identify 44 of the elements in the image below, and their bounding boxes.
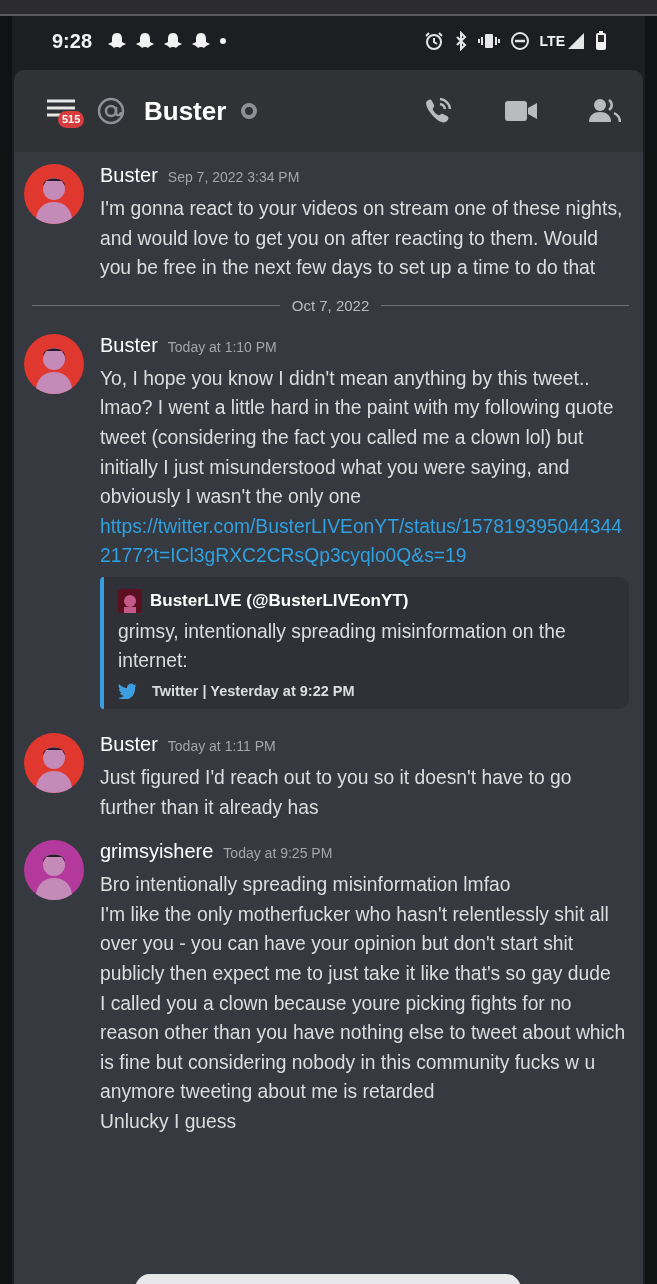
do-not-disturb-icon [509, 31, 530, 51]
signal-icon [567, 32, 585, 50]
message-timestamp: Sep 7, 2022 3:34 PM [167, 169, 300, 185]
ghost-icon [192, 32, 211, 50]
author-name[interactable]: Buster [100, 333, 158, 357]
author-avatar [118, 588, 142, 613]
members-icon [589, 98, 621, 124]
message-text: I'm gonna react to your videos on stream one of these nights, and would love to get you on after reacting to them. Would you be free in the next few days to set up a time to do that [100, 197, 624, 281]
vibrate-icon [477, 31, 500, 51]
unread-count: 515 [58, 111, 85, 128]
network-type: LTE [539, 33, 565, 49]
message-text: I'm like the only motherfucker who hasn't relentlessly shit all over you - you can have your opinion but don't start shit publicly then expect me to just take it like that's so gay dude [100, 902, 612, 986]
ghost-icon [108, 32, 127, 50]
channel-title: Buster [144, 95, 227, 127]
message-text: Yo, I hope you know I didn't mean anything by this tweet.. lmao? I went a little hard in the paint with my following quote tweet (considering the fact you called me a clown lol) but initially I just misunderstood what you were saying, and obviously I wasn't the only one [100, 366, 615, 510]
message-timestamp: Today at 9:25 PM [223, 845, 333, 862]
clock-time: 9:28 [52, 29, 93, 53]
author-name[interactable]: grimsyishere [100, 840, 214, 864]
battery-icon [595, 31, 607, 51]
author-name[interactable]: Buster [100, 164, 158, 187]
embed-description: grimsy, intentionally spreading misinformation on the internet: [118, 619, 567, 673]
message-timestamp: Today at 1:11 PM [167, 737, 276, 754]
dot-icon [220, 38, 227, 44]
message-text: I called you a clown because youre picking fights for no reason other than you have nothing else to tweet about which is fine but considering nobody in this community fucks w u anymore tweeting about me is retarded [100, 991, 627, 1105]
message-text: Unlucky I guess [100, 1109, 238, 1134]
message-text: Bro intentionally spreading misinformation lmfao [100, 873, 512, 898]
alarm-icon [423, 31, 444, 51]
embed-author[interactable]: BusterLIVE (@BusterLIVEonYT) [150, 590, 409, 611]
video-camera-button[interactable] [505, 100, 537, 122]
at-sign-icon [96, 96, 126, 126]
message-timestamp: Today at 1:10 PM [167, 338, 277, 355]
ghost-icon [164, 32, 183, 50]
menu-button[interactable]: 515 [42, 91, 82, 131]
members-button[interactable] [589, 98, 621, 124]
embed-footer: Twitter | Yesterday at 9:22 PM [152, 682, 355, 699]
offline-status-icon [240, 102, 259, 120]
video-camera-icon [505, 100, 537, 122]
tweet-link[interactable]: https://twitter.com/BusterLIVEonYT/status/1578193950443442177?t=ICl3gRXC2CRsQp3cyqlo0Q&s=19 [100, 511, 629, 571]
ghost-icon [136, 32, 155, 50]
message-text: Just figured I'd reach out to you so it doesn't have to go further than it already has [100, 765, 573, 820]
date-divider: Oct 7, 2022 [291, 296, 370, 314]
bluetooth-icon [453, 31, 468, 51]
author-name[interactable]: Buster [100, 732, 158, 756]
bird-icon [118, 682, 138, 699]
